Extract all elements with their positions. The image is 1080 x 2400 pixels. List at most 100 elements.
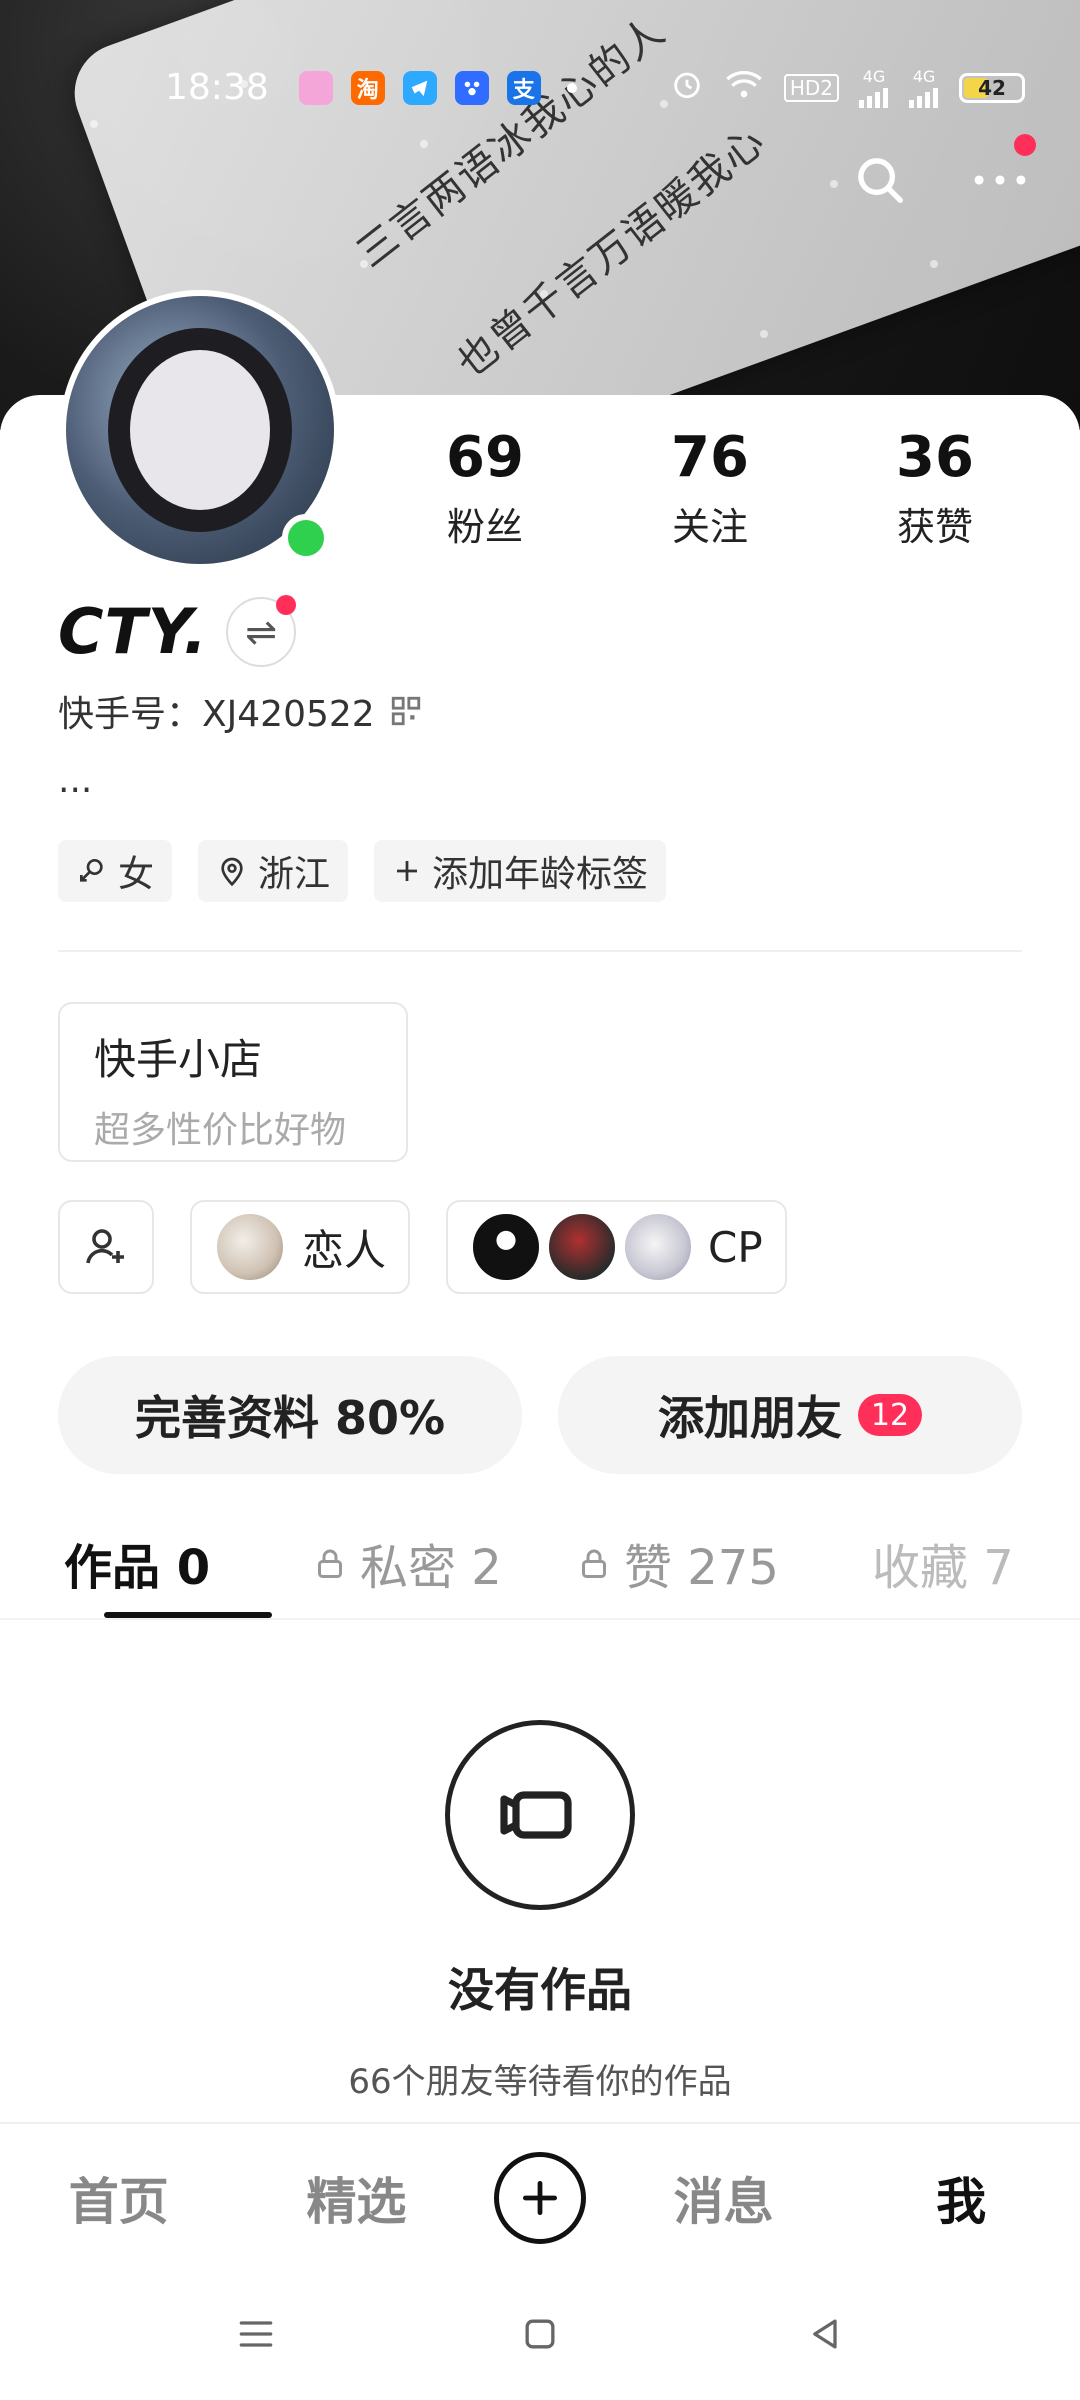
status-right: HD2 4G 4G 42: [670, 67, 1025, 108]
top-actions: [850, 134, 1036, 210]
relations-row: 恋人 CP: [58, 1200, 787, 1294]
taobao-icon: 淘: [350, 70, 385, 105]
empty-state: 没有作品 66个朋友等待看你的作品: [0, 1720, 1080, 2103]
tab-likes-label: 赞 275: [624, 1540, 779, 1596]
relation-lover-label: 恋人: [302, 1225, 387, 1275]
switch-account-button[interactable]: ⇌: [225, 594, 296, 667]
tag-add-age[interactable]: 添加年龄标签: [374, 840, 667, 902]
tag-gender-label: 女: [118, 854, 155, 895]
stat-followers[interactable]: 69 粉丝: [400, 425, 570, 551]
empty-subtitle: 66个朋友等待看你的作品: [348, 2062, 732, 2102]
bottom-nav: 首页 精选 消息 我: [0, 2122, 1080, 2272]
section-divider: [58, 950, 1022, 952]
tab-favorites[interactable]: 收藏 7: [872, 1508, 1062, 1618]
tag-gender[interactable]: 女: [58, 840, 173, 902]
add-friends-badge: 12: [858, 1394, 922, 1436]
system-nav-bar: [0, 2272, 1080, 2400]
app-icon-1: [298, 70, 333, 105]
stat-following[interactable]: 76 关注: [625, 425, 795, 551]
alarm-icon: [670, 67, 704, 108]
relation-lover[interactable]: 恋人: [190, 1200, 411, 1294]
search-button[interactable]: [850, 150, 910, 210]
status-time: 18:38: [165, 67, 269, 108]
status-bar: 18:38 淘 支 HD2 4G 4G 42: [0, 0, 1080, 135]
empty-title: 没有作品: [448, 1963, 632, 2017]
lock-icon: [582, 1549, 606, 1578]
location-pin-icon: [221, 857, 243, 887]
tabs-divider: [0, 1618, 1080, 1620]
tab-private[interactable]: 私密 2: [312, 1508, 576, 1618]
cp-avatar-3: [622, 1211, 695, 1283]
stat-followers-count: 69: [446, 425, 524, 490]
name-row: CTY. ⇌: [58, 594, 296, 668]
battery-icon: 42: [959, 72, 1025, 103]
baidu-icon: [454, 70, 489, 105]
nav-home[interactable]: 首页: [19, 2162, 219, 2234]
kwai-id-row[interactable]: 快手号：XJ420522: [58, 685, 423, 737]
more-menu-badge-dot: [1014, 134, 1036, 156]
more-dots-icon: [974, 175, 1026, 185]
more-menu-button[interactable]: [970, 134, 1036, 210]
lock-icon: [318, 1549, 342, 1578]
nav-messages[interactable]: 消息: [624, 2162, 824, 2234]
signal-4g-2-icon: 4G: [909, 67, 939, 108]
telegram-icon: [402, 70, 437, 105]
tab-likes[interactable]: 赞 275: [576, 1508, 872, 1618]
lover-avatar: [214, 1211, 286, 1283]
notification-dot-icon: [566, 82, 577, 93]
tab-works-label: 作品 0: [64, 1540, 211, 1596]
profile-tags: 女 浙江 添加年龄标签: [58, 840, 667, 902]
qr-code-icon: [391, 696, 420, 726]
shop-subtitle: 超多性价比好物: [94, 1110, 347, 1151]
stat-following-label: 关注: [671, 505, 748, 549]
profile-actions: 完善资料 80% 添加朋友 12: [58, 1356, 1022, 1474]
tab-private-label: 私密 2: [360, 1540, 502, 1596]
empty-video-icon-wrap: [445, 1720, 635, 1910]
recent-apps-button[interactable]: [234, 2312, 278, 2360]
tab-favorites-label: 收藏 7: [872, 1540, 1014, 1596]
tag-location-label: 浙江: [258, 854, 331, 895]
home-button[interactable]: [518, 2312, 562, 2360]
video-camera-icon: [500, 1791, 572, 1839]
stat-likes-count: 36: [896, 425, 974, 490]
tag-location[interactable]: 浙江: [198, 840, 349, 902]
cp-avatar-2: [546, 1211, 619, 1283]
back-button[interactable]: [802, 2312, 846, 2360]
square-icon: [525, 2319, 555, 2349]
nav-create-button[interactable]: [493, 2152, 586, 2244]
avatar[interactable]: [60, 290, 340, 570]
complete-profile-label: 完善资料 80%: [134, 1391, 446, 1445]
add-friends-button[interactable]: 添加朋友 12: [558, 1356, 1022, 1474]
kwai-shop-card[interactable]: 快手小店 超多性价比好物: [58, 1002, 408, 1162]
wifi-icon: [724, 67, 764, 108]
stat-following-count: 76: [671, 425, 749, 490]
add-user-icon: [86, 1229, 124, 1264]
nav-me[interactable]: 我: [861, 2162, 1061, 2234]
back-triangle-icon: [813, 2319, 837, 2349]
nav-featured[interactable]: 精选: [256, 2162, 456, 2234]
online-status-dot: [282, 514, 330, 562]
shop-title: 快手小店: [94, 1035, 263, 1084]
plus-icon: [522, 2180, 558, 2216]
add-friends-label: 添加朋友: [658, 1391, 842, 1445]
menu-lines-icon: [239, 2321, 273, 2347]
tag-add-age-label: 添加年龄标签: [432, 854, 649, 895]
stat-followers-label: 粉丝: [446, 505, 523, 549]
signal-4g-1-icon: 4G: [859, 67, 889, 108]
tab-works[interactable]: 作品 0: [64, 1508, 312, 1618]
profile-stats: 69 粉丝 76 关注 36 获赞: [400, 425, 1020, 551]
status-left: 18:38 淘 支: [165, 67, 577, 108]
content-tabs: 作品 0 私密 2 赞 275 收藏 7: [0, 1508, 1080, 1618]
plus-icon: [397, 861, 418, 881]
switch-badge-dot: [275, 594, 296, 615]
hd-icon: HD2: [783, 73, 839, 102]
add-relation-button[interactable]: [58, 1200, 154, 1294]
alipay-icon: 支: [506, 70, 541, 105]
stat-likes[interactable]: 36 获赞: [850, 425, 1020, 551]
cp-avatar-1: [470, 1211, 543, 1283]
relation-cp[interactable]: CP: [446, 1200, 787, 1294]
relation-cp-label: CP: [708, 1222, 763, 1272]
search-icon: [858, 158, 903, 203]
profile-name: CTY.: [58, 595, 208, 668]
complete-profile-button[interactable]: 完善资料 80%: [58, 1356, 522, 1474]
